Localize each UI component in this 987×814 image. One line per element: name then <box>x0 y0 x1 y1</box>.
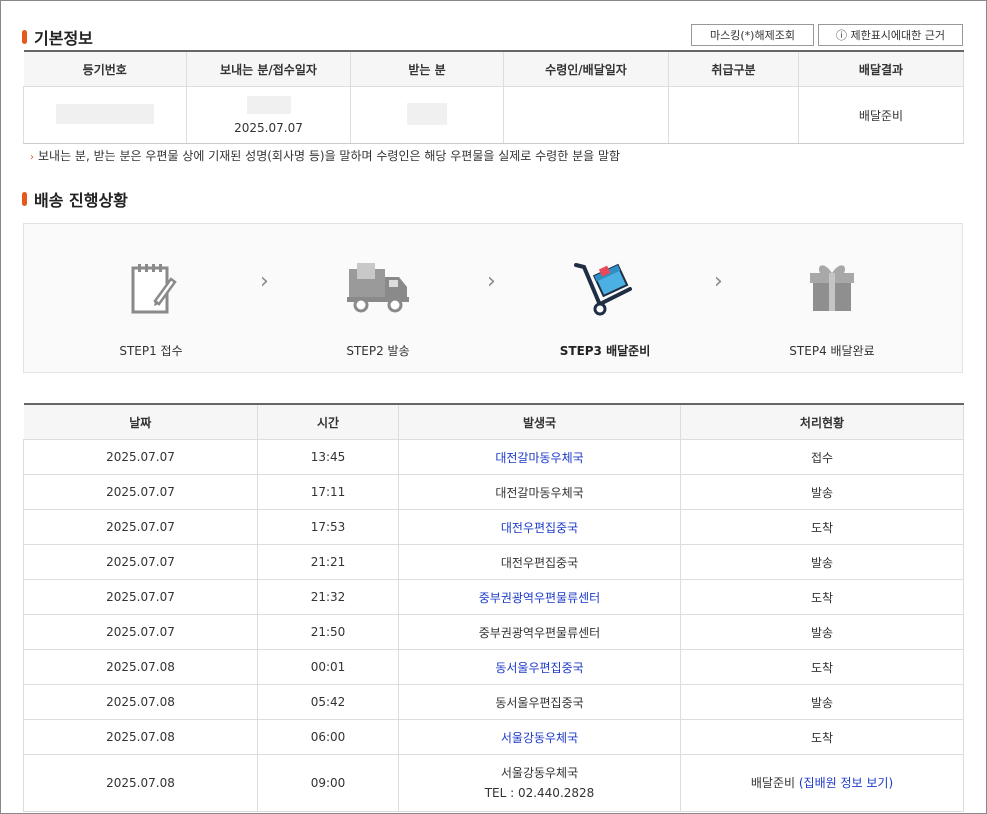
tracking-history-table: 날짜 시간 발생국 처리현황 2025.07.07 13:45 대전갈마동우체국… <box>23 403 964 812</box>
office-name: 대전갈마동우체국 <box>398 474 681 510</box>
chevron-right-icon: › <box>487 269 496 294</box>
table-row: 2025.07.07 17:11 대전갈마동우체국 발송 <box>23 474 964 510</box>
step-3: STEP3 배달준비 <box>525 254 685 359</box>
chevron-right-icon: › <box>714 269 723 294</box>
gift-box-icon <box>810 265 854 311</box>
office-link[interactable]: 동서울우편집중국 <box>398 649 681 685</box>
header-receiver-delivery-date: 수령인/배달일자 <box>503 51 669 87</box>
table-row: 2025.07.07 21:50 중부권광역우편물류센터 발송 <box>23 614 964 650</box>
masked-recipient <box>407 102 447 125</box>
table-row: 2025.07.08 09:00 서울강동우체국 TEL : 02.440.28… <box>23 754 964 812</box>
basic-info-row: 2025.07.07 배달준비 <box>23 86 964 144</box>
header-status: 처리현황 <box>680 404 964 440</box>
title-marker-icon <box>22 30 27 44</box>
header-handling-type: 취급구분 <box>668 51 799 87</box>
basic-info-table: 등기번호 보내는 분/접수일자 받는 분 수령인/배달일자 취급구분 배달결과 … <box>23 50 964 144</box>
handling-type <box>668 86 799 144</box>
notepad-icon <box>131 264 177 314</box>
note-arrow-icon: › <box>30 152 34 163</box>
table-row: 2025.07.07 21:32 중부권광역우편물류센터 도착 <box>23 579 964 615</box>
info-note: › 보내는 분, 받는 분은 우편물 상에 기재된 성명(회사명 등)을 말하며 … <box>30 149 621 163</box>
header-sender-date: 보내는 분/접수일자 <box>186 51 351 87</box>
hand-cart-icon <box>574 263 632 316</box>
header-delivery-result: 배달결과 <box>798 51 964 87</box>
header-registration-number: 등기번호 <box>23 51 187 87</box>
masked-sender <box>246 95 291 114</box>
office-name: 동서울우편집중국 <box>398 684 681 720</box>
office-name: 중부권광역우편물류센터 <box>398 614 681 650</box>
table-row: 2025.07.08 05:42 동서울우편집중국 발송 <box>23 684 964 720</box>
delivery-result: 배달준비 <box>798 86 964 144</box>
table-row: 2025.07.08 00:01 동서울우편집중국 도착 <box>23 649 964 685</box>
basic-info-title: 기본정보 <box>22 25 93 49</box>
carrier-info-link[interactable]: (집배원 정보 보기) <box>799 776 893 790</box>
table-row: 2025.07.08 06:00 서울강동우체국 도착 <box>23 719 964 755</box>
header-office: 발생국 <box>398 404 681 440</box>
receiver-delivery-date <box>503 86 669 144</box>
header-date: 날짜 <box>23 404 258 440</box>
header-recipient: 받는 분 <box>350 51 504 87</box>
acceptance-date: 2025.07.07 <box>234 120 303 135</box>
table-row: 2025.07.07 17:53 대전우편집중국 도착 <box>23 509 964 545</box>
header-time: 시간 <box>257 404 399 440</box>
office-link[interactable]: 대전갈마동우체국 <box>398 439 681 475</box>
table-row: 2025.07.07 21:21 대전우편집중국 발송 <box>23 544 964 580</box>
progress-title: 배송 진행상황 <box>22 187 128 211</box>
office-link[interactable]: 대전우편집중국 <box>398 509 681 545</box>
office-name: 서울강동우체국 TEL : 02.440.2828 <box>398 754 681 812</box>
step-1: STEP1 접수 <box>71 254 231 359</box>
step-2: STEP2 발송 <box>298 254 458 359</box>
title-marker-icon <box>22 192 27 206</box>
office-link[interactable]: 중부권광역우편물류센터 <box>398 579 681 615</box>
masked-registration-number <box>56 103 154 124</box>
masking-unlock-button[interactable]: 마스킹(*)해제조회 <box>691 24 814 46</box>
office-link[interactable]: 서울강동우체국 <box>398 719 681 755</box>
progress-steps: STEP1 접수 › STEP2 발송 › STEP3 배달준비 › STEP4… <box>23 223 963 373</box>
office-phone: TEL : 02.440.2828 <box>484 786 595 800</box>
table-row: 2025.07.07 13:45 대전갈마동우체국 접수 <box>23 439 964 475</box>
chevron-right-icon: › <box>260 269 269 294</box>
step-4: STEP4 배달완료 <box>752 254 912 359</box>
truck-icon <box>347 263 409 313</box>
office-name: 대전우편집중국 <box>398 544 681 580</box>
restriction-basis-button[interactable]: ⓘ 제한표시에대한 근거 <box>818 24 963 46</box>
